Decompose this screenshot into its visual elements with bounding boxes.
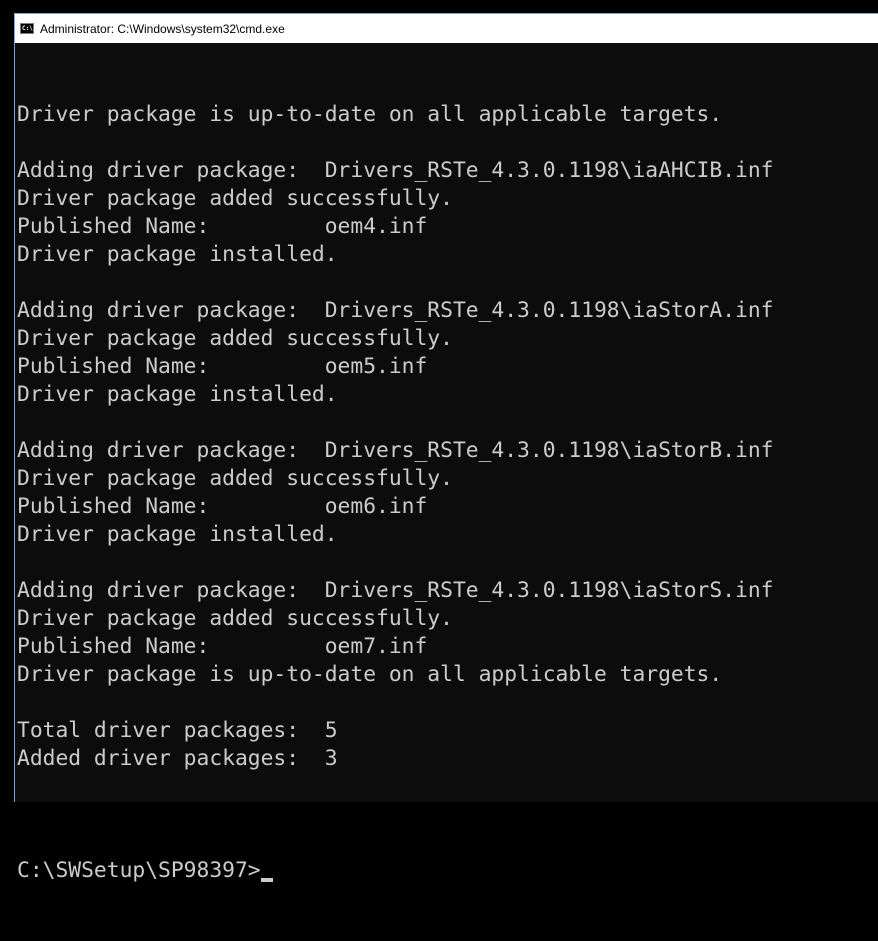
prompt-text: C:\SWSetup\SP98397>: [17, 858, 261, 883]
console-line: Adding driver package: Drivers_RSTe_4.3.…: [17, 158, 774, 183]
console-line: Driver package installed.: [17, 522, 338, 547]
console-line: Driver package installed.: [17, 242, 338, 267]
desktop-background: [0, 0, 878, 13]
text-cursor: [260, 878, 273, 882]
window-title: Administrator: C:\Windows\system32\cmd.e…: [40, 21, 285, 36]
console-line: Published Name: oem7.inf: [17, 634, 428, 659]
console-line: Added driver packages: 3: [17, 746, 338, 771]
console-line: Driver package added successfully.: [17, 466, 453, 491]
console-line: Published Name: oem4.inf: [17, 214, 428, 239]
console-line: Adding driver package: Drivers_RSTe_4.3.…: [17, 578, 774, 603]
console-output[interactable]: Driver package is up-to-date on all appl…: [17, 45, 877, 941]
console-line: Adding driver package: Drivers_RSTe_4.3.…: [17, 438, 774, 463]
console-line: Adding driver package: Drivers_RSTe_4.3.…: [17, 298, 774, 323]
console-line: Driver package added successfully.: [17, 326, 453, 351]
console-line: Published Name: oem5.inf: [17, 354, 428, 379]
console-lines: Driver package is up-to-date on all appl…: [17, 101, 877, 801]
command-prompt-line[interactable]: C:\SWSetup\SP98397>: [17, 857, 877, 885]
console-line: Driver package is up-to-date on all appl…: [17, 102, 723, 127]
title-bar[interactable]: C:\ Administrator: C:\Windows\system32\c…: [15, 14, 878, 43]
console-line: Driver package installed.: [17, 382, 338, 407]
cmd-icon[interactable]: C:\: [20, 23, 34, 34]
console-line: Driver package added successfully.: [17, 186, 453, 211]
cmd-window[interactable]: C:\ Administrator: C:\Windows\system32\c…: [14, 13, 878, 883]
console-line: Driver package is up-to-date on all appl…: [17, 662, 723, 687]
cmd-icon-glyph: C:\: [22, 24, 33, 32]
console-line: Total driver packages: 5: [17, 718, 338, 743]
console-line: Published Name: oem6.inf: [17, 494, 428, 519]
console-line: Driver package added successfully.: [17, 606, 453, 631]
